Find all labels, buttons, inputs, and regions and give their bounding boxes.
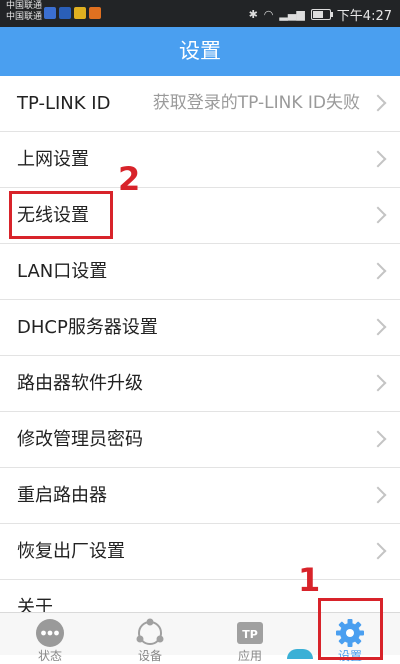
notification-icons: [44, 7, 101, 19]
settings-item-dhcp[interactable]: DHCP服务器设置: [0, 300, 400, 356]
chevron-right-icon: [369, 430, 387, 448]
notification-mail-icon: [44, 7, 56, 19]
chevron-right-icon: [369, 206, 387, 224]
status-bar: 中国联通 中国联通 ✱ ◠ ▂▄▆ 下午4:27: [0, 0, 400, 27]
notification-image-icon: [59, 7, 71, 19]
settings-item-tplink-id[interactable]: TP-LINK ID 获取登录的TP-LINK ID失败: [0, 76, 400, 132]
chevron-right-icon: [369, 374, 387, 392]
settings-item-admin-password[interactable]: 修改管理员密码: [0, 412, 400, 468]
carrier-2: 中国联通: [6, 12, 43, 22]
settings-item-label: 路由器软件升级: [17, 373, 143, 394]
bluetooth-icon: ✱: [248, 8, 258, 21]
chevron-right-icon: [369, 318, 387, 336]
settings-item-label: 上网设置: [17, 149, 89, 170]
settings-item-factory-reset[interactable]: 恢复出厂设置: [0, 524, 400, 580]
chevron-right-icon: [369, 94, 387, 112]
chevron-right-icon: [369, 262, 387, 280]
tab-label: 设备: [137, 649, 162, 663]
annotation-step-1: 1: [298, 561, 321, 599]
settings-item-lan[interactable]: LAN口设置: [0, 244, 400, 300]
chevron-right-icon: [369, 542, 387, 560]
settings-item-firmware-upgrade[interactable]: 路由器软件升级: [0, 356, 400, 412]
chevron-right-icon: [369, 150, 387, 168]
settings-item-value: 获取登录的TP-LINK ID失败: [152, 93, 360, 113]
settings-item-label: DHCP服务器设置: [17, 317, 158, 338]
carrier-info: 中国联通 中国联通: [6, 1, 42, 23]
chevron-right-icon: [369, 486, 387, 504]
tab-label: 应用: [237, 649, 262, 663]
tab-status[interactable]: 状态: [0, 613, 100, 663]
tab-label: 状态: [37, 649, 62, 663]
wifi-icon: ◠: [263, 8, 274, 21]
tab-devices[interactable]: 设备: [100, 613, 200, 663]
settings-item-label: 重启路由器: [17, 485, 107, 506]
tp-app-icon: TP: [237, 622, 263, 644]
header-bar: 设置: [0, 27, 400, 76]
more-dots-icon: [36, 619, 64, 647]
settings-item-label: TP-LINK ID: [17, 93, 111, 114]
annotation-step-2: 2: [118, 160, 141, 198]
status-time: 下午4:27: [336, 9, 392, 24]
signal-icon: ▂▄▆: [279, 8, 305, 21]
status-right: ✱ ◠ ▂▄▆ 下午4:27: [249, 5, 392, 24]
tp-icon-text: TP: [242, 628, 258, 641]
settings-item-label: 修改管理员密码: [17, 429, 143, 450]
settings-item-reboot[interactable]: 重启路由器: [0, 468, 400, 524]
highlight-box-settings-tab: [318, 598, 383, 660]
notification-app-icon: [89, 7, 101, 19]
settings-item-internet[interactable]: 上网设置: [0, 132, 400, 188]
settings-list: TP-LINK ID 获取登录的TP-LINK ID失败 上网设置 无线设置 L…: [0, 76, 400, 636]
share-devices-icon: [136, 618, 164, 645]
carrier-1: 中国联通: [6, 1, 43, 11]
tab-apps[interactable]: TP 应用: [200, 613, 300, 663]
settings-item-label: 恢复出厂设置: [17, 541, 125, 562]
highlight-box-wireless: [9, 191, 113, 239]
battery-icon: [310, 9, 333, 20]
notification-lock-icon: [74, 7, 86, 19]
page-title: 设置: [179, 39, 221, 63]
settings-item-label: LAN口设置: [17, 261, 108, 282]
floating-assistant-button[interactable]: [287, 649, 313, 659]
